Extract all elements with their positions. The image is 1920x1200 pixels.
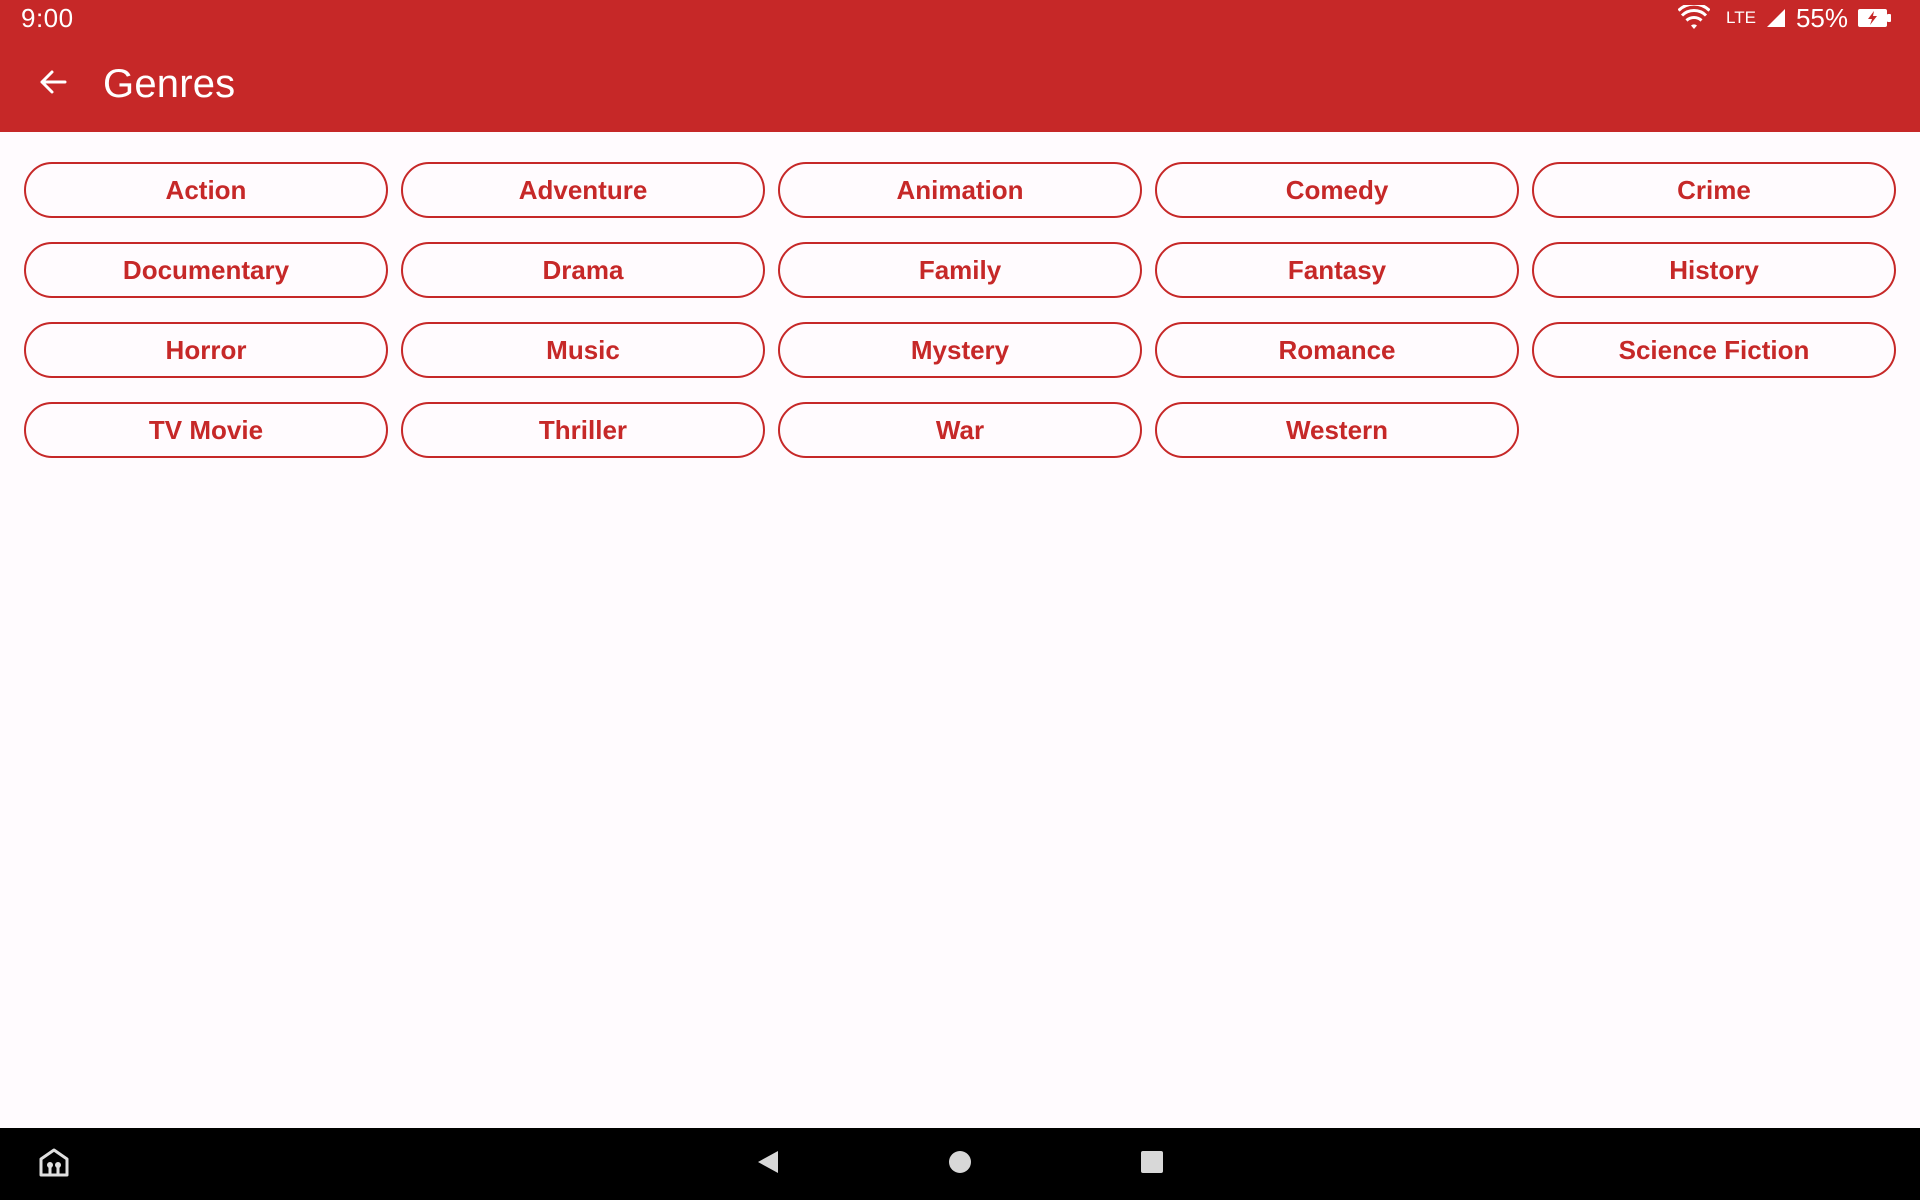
status-bar: 9:00 LTE 55% bbox=[0, 0, 1920, 36]
genre-button-family[interactable]: Family bbox=[778, 242, 1142, 298]
arrow-left-icon bbox=[39, 68, 67, 101]
network-type: LTE bbox=[1726, 8, 1756, 27]
genre-button-comedy[interactable]: Comedy bbox=[1155, 162, 1519, 218]
genre-button-history[interactable]: History bbox=[1532, 242, 1896, 298]
app-bar: Genres bbox=[0, 36, 1920, 132]
genre-button-tv-movie[interactable]: TV Movie bbox=[24, 402, 388, 458]
genre-button-animation[interactable]: Animation bbox=[778, 162, 1142, 218]
nav-home-button[interactable] bbox=[936, 1128, 984, 1200]
genre-button-drama[interactable]: Drama bbox=[401, 242, 765, 298]
genre-grid: Action Adventure Animation Comedy Crime Docum… bbox=[24, 162, 1896, 458]
status-time: 9:00 bbox=[21, 2, 74, 33]
battery-charging-icon bbox=[1858, 8, 1892, 28]
genre-button-crime[interactable]: Crime bbox=[1532, 162, 1896, 218]
genre-button-horror[interactable]: Horror bbox=[24, 322, 388, 378]
genre-button-mystery[interactable]: Mystery bbox=[778, 322, 1142, 378]
signal-icon bbox=[1766, 8, 1786, 28]
nav-back-button[interactable] bbox=[744, 1128, 792, 1200]
assistant-icon bbox=[38, 1147, 70, 1182]
battery-percent: 55% bbox=[1795, 2, 1848, 33]
recents-square-icon bbox=[1140, 1150, 1164, 1179]
status-indicators: LTE 55% bbox=[1678, 3, 1892, 34]
page-title: Genres bbox=[103, 61, 236, 106]
genre-button-western[interactable]: Western bbox=[1155, 402, 1519, 458]
navigation-bar bbox=[0, 1128, 1920, 1200]
genre-button-science-fiction[interactable]: Science Fiction bbox=[1532, 322, 1896, 378]
back-triangle-icon bbox=[756, 1149, 780, 1180]
genre-button-fantasy[interactable]: Fantasy bbox=[1155, 242, 1519, 298]
genre-button-war[interactable]: War bbox=[778, 402, 1142, 458]
genre-button-action[interactable]: Action bbox=[24, 162, 388, 218]
genre-button-adventure[interactable]: Adventure bbox=[401, 162, 765, 218]
genre-button-music[interactable]: Music bbox=[401, 322, 765, 378]
home-circle-icon bbox=[948, 1150, 972, 1179]
assistant-button[interactable] bbox=[30, 1128, 78, 1200]
genre-button-documentary[interactable]: Documentary bbox=[24, 242, 388, 298]
nav-recents-button[interactable] bbox=[1128, 1128, 1176, 1200]
genre-button-romance[interactable]: Romance bbox=[1155, 322, 1519, 378]
screen: 9:00 LTE 55% Genres Action Adventure Ani… bbox=[0, 0, 1920, 1200]
wifi-icon bbox=[1678, 5, 1711, 31]
back-button[interactable] bbox=[25, 56, 81, 112]
genre-button-thriller[interactable]: Thriller bbox=[401, 402, 765, 458]
